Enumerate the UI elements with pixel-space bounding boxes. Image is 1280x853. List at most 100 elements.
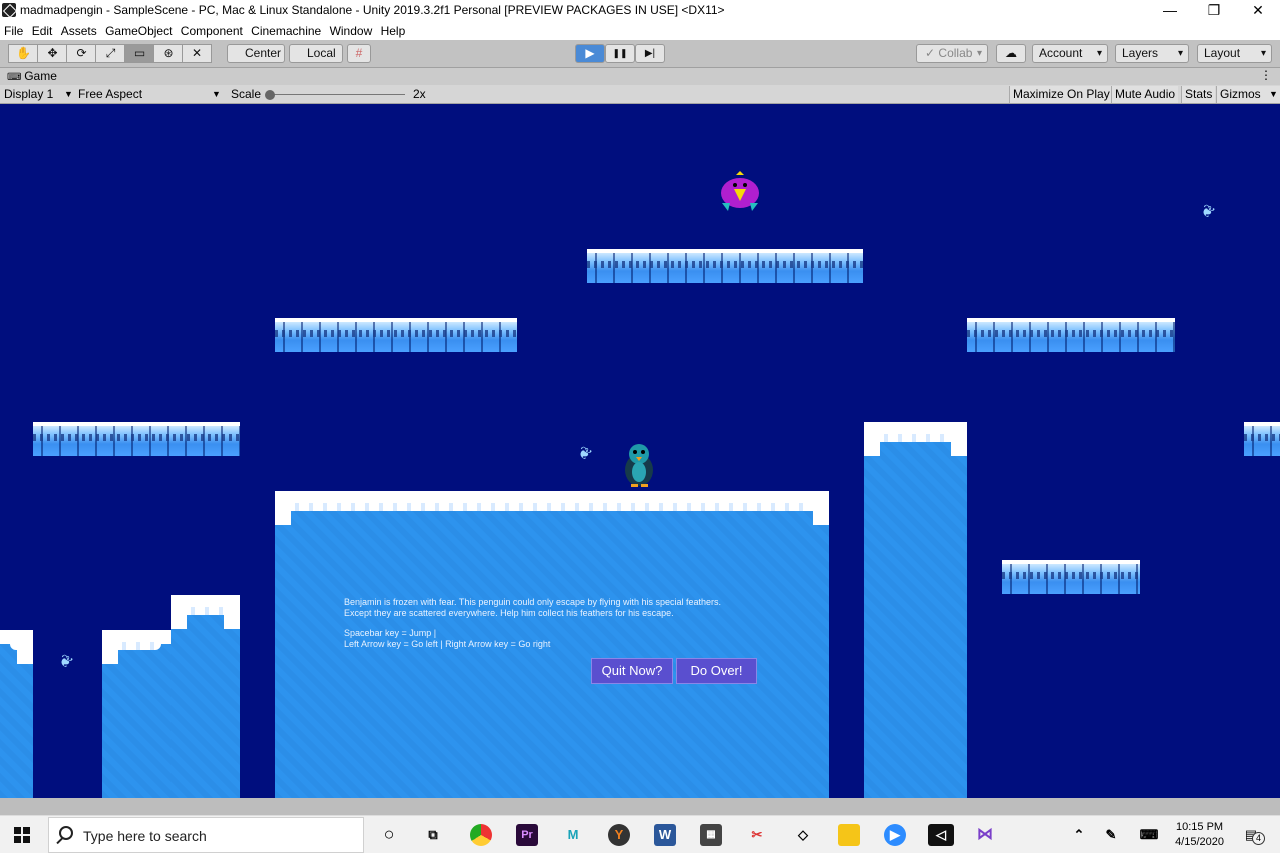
clock-time: 10:15 PM: [1175, 821, 1224, 833]
ice-pillar: [864, 422, 967, 798]
gizmos-label: Gizmos: [1220, 87, 1261, 101]
tab-game-label: Game: [24, 69, 57, 83]
do-over-button[interactable]: Do Over!: [676, 658, 757, 684]
task-view-icon[interactable]: ⧉: [422, 824, 444, 846]
window-titlebar: madmadpengin - SampleScene - PC, Mac & L…: [0, 0, 1280, 22]
scale-tool-icon[interactable]: ⤢: [95, 44, 125, 63]
menu-component[interactable]: Component: [181, 22, 243, 40]
windows-taskbar: Type here to search ○ ⧉ Pr M Y W ▦ ✂ ◇ ▶…: [0, 815, 1280, 853]
layout-label: Layout: [1204, 46, 1241, 60]
custom-tool-icon[interactable]: ✕: [182, 44, 212, 63]
tab-menu-icon[interactable]: ⋮: [1260, 68, 1272, 82]
feather-pickup-icon: ❦: [55, 651, 76, 673]
scale-label: Scale: [231, 87, 262, 101]
feather-pickup-icon: ❦: [574, 443, 595, 465]
instructions-text: Benjamin is frozen with fear. This pengu…: [344, 597, 721, 649]
maximize-on-play-toggle[interactable]: Maximize On Play: [1009, 86, 1113, 103]
quit-button[interactable]: Quit Now?: [591, 658, 673, 684]
scale-slider[interactable]: [265, 86, 407, 103]
collab-check-icon: ✓: [925, 46, 936, 60]
search-icon: [59, 826, 73, 840]
pause-button[interactable]: ❚❚: [605, 44, 635, 63]
cloud-icon[interactable]: ☁: [996, 44, 1026, 63]
grid-snap-icon[interactable]: #: [347, 44, 371, 63]
account-dropdown[interactable]: Account: [1032, 44, 1108, 63]
display-dropdown[interactable]: Display 1 ▼: [4, 86, 74, 103]
mute-audio-toggle[interactable]: Mute Audio: [1111, 86, 1179, 103]
rect-tool-icon[interactable]: ▭: [124, 44, 154, 63]
snow-edge: [813, 501, 829, 525]
game-view-toolbar: Display 1 ▼ Free Aspect ▼ Scale 2x Maxim…: [0, 85, 1280, 104]
gizmos-dropdown[interactable]: Gizmos ▼: [1216, 86, 1280, 103]
calculator-icon[interactable]: ▦: [700, 824, 722, 846]
penguin-player-icon: [625, 444, 653, 487]
pen-icon[interactable]: ✎: [1100, 824, 1122, 846]
menu-help[interactable]: Help: [381, 22, 406, 40]
move-tool-icon[interactable]: ✥: [37, 44, 67, 63]
pivot-center-button[interactable]: Center: [227, 44, 285, 63]
snow-edge: [224, 605, 240, 629]
menu-assets[interactable]: Assets: [61, 22, 97, 40]
snow-edge: [951, 432, 967, 456]
aspect-dropdown[interactable]: Free Aspect ▼: [78, 86, 224, 103]
snow-edge: [102, 640, 118, 664]
center-label: Center: [245, 46, 282, 60]
instructions-line: Benjamin is frozen with fear. This pengu…: [344, 597, 722, 607]
stats-toggle[interactable]: Stats: [1181, 86, 1216, 103]
snow-edge: [864, 432, 880, 456]
main-toolbar: ✋ ✥ ⟳ ⤢ ▭ ⊛ ✕ Center Local # ▶ ❚❚ ▶| ✓ C…: [0, 40, 1280, 68]
game-viewport[interactable]: ❦ ❦ ❦ Benjamin is frozen with fear. This…: [0, 104, 1280, 798]
menu-bar: File Edit Assets GameObject Component Ci…: [0, 22, 1280, 40]
scale-slider-track: [267, 94, 405, 95]
snow-edge: [17, 640, 33, 664]
step-button[interactable]: ▶|: [635, 44, 665, 63]
visual-studio-icon[interactable]: ⋈: [974, 824, 996, 846]
taskbar-search[interactable]: Type here to search: [48, 817, 364, 853]
unity-hub-icon[interactable]: ◇: [792, 824, 814, 846]
chevron-up-icon[interactable]: ⌃: [1068, 824, 1090, 846]
taskbar-clock[interactable]: 10:15 PM 4/15/2020: [1175, 820, 1224, 850]
menu-cinemachine[interactable]: Cinemachine: [251, 22, 321, 40]
pivot-local-button[interactable]: Local: [289, 44, 343, 63]
word-icon[interactable]: W: [654, 824, 676, 846]
premiere-icon[interactable]: Pr: [516, 824, 538, 846]
chevron-down-icon: ▼: [64, 89, 73, 99]
enemy-bird-icon: [721, 171, 759, 211]
close-button[interactable]: ✕: [1236, 0, 1280, 22]
window-title: madmadpengin - SampleScene - PC, Mac & L…: [20, 3, 725, 17]
restore-button[interactable]: ❐: [1192, 0, 1236, 22]
ice-platform: [275, 318, 517, 352]
gamepad-icon: ⌨: [7, 72, 25, 83]
game-tab-bar: ⌨ Game ⋮: [0, 68, 1280, 85]
rotate-tool-icon[interactable]: ⟳: [66, 44, 96, 63]
collab-dropdown[interactable]: ✓ Collab: [916, 44, 988, 63]
unity-editor-icon[interactable]: ◁: [928, 824, 954, 846]
chevron-down-icon: ▼: [212, 89, 221, 99]
cortana-icon[interactable]: ○: [378, 824, 400, 846]
hand-tool-icon[interactable]: ✋: [8, 44, 38, 63]
scale-slider-knob[interactable]: [265, 90, 275, 100]
ice-platform: [1002, 560, 1140, 594]
minimize-button[interactable]: —: [1148, 0, 1192, 22]
notification-icon[interactable]: ▤ 4: [1240, 824, 1265, 846]
play-button[interactable]: ▶: [575, 44, 605, 63]
menu-file[interactable]: File: [4, 22, 23, 40]
layers-dropdown[interactable]: Layers: [1115, 44, 1189, 63]
transform-tool-icon[interactable]: ⊛: [153, 44, 183, 63]
zoom-icon[interactable]: ▶: [884, 824, 906, 846]
file-explorer-icon[interactable]: [838, 824, 860, 846]
layout-dropdown[interactable]: Layout: [1197, 44, 1272, 63]
notification-count: 4: [1252, 832, 1265, 845]
tab-game[interactable]: ⌨ Game: [7, 69, 57, 83]
keyboard-icon[interactable]: ⌨: [1138, 824, 1160, 846]
maya-icon[interactable]: M: [562, 824, 584, 846]
menu-gameobject[interactable]: GameObject: [105, 22, 172, 40]
snip-icon[interactable]: ✂: [746, 824, 768, 846]
blender-icon[interactable]: Y: [608, 824, 630, 846]
menu-edit[interactable]: Edit: [32, 22, 53, 40]
windows-start-icon[interactable]: [14, 827, 30, 843]
ice-step: [0, 630, 33, 798]
clock-date: 4/15/2020: [1175, 836, 1224, 848]
chrome-icon[interactable]: [470, 824, 492, 846]
menu-window[interactable]: Window: [330, 22, 373, 40]
